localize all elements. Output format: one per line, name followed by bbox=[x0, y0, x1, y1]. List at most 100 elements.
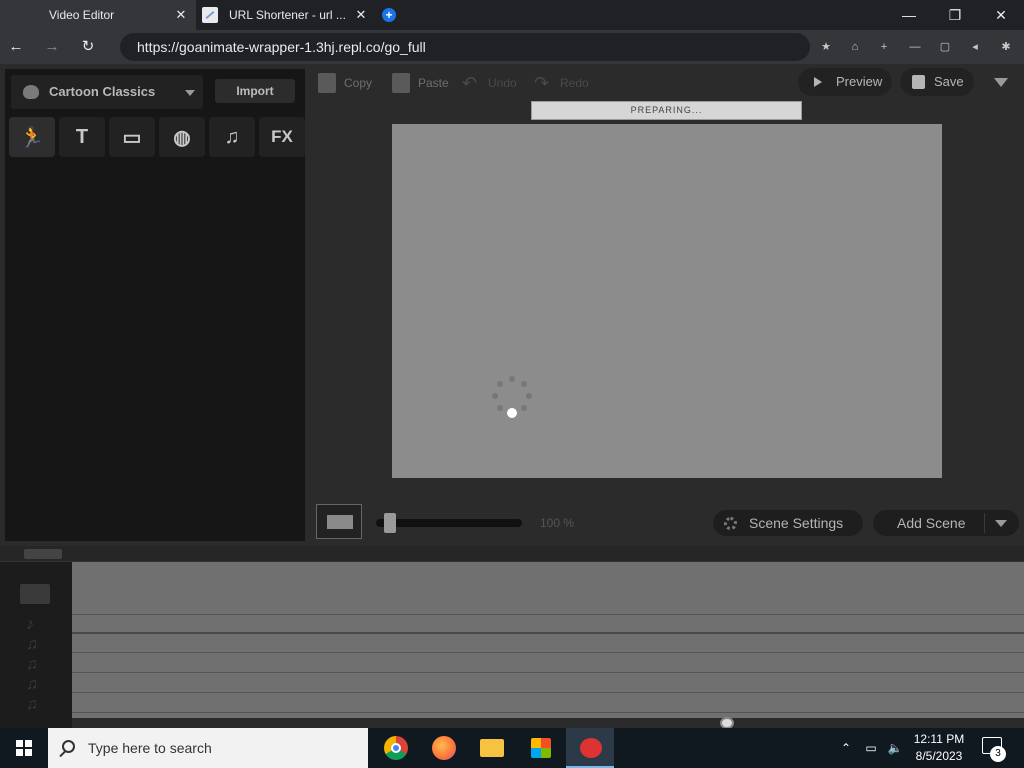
chevron-down-icon[interactable] bbox=[995, 520, 1007, 527]
tab-video-editor[interactable]: Video Editor ✕ bbox=[0, 0, 196, 30]
track-divider bbox=[72, 652, 1024, 653]
theme-label: Cartoon Classics bbox=[49, 84, 156, 99]
gear-icon bbox=[724, 517, 737, 530]
address-bar[interactable]: https://goanimate-wrapper-1.3hj.repl.co/… bbox=[120, 33, 810, 61]
timeline: ♪ ♫ ♫ ♫ ♫ bbox=[0, 546, 1024, 729]
notification-count-badge: 3 bbox=[990, 746, 1006, 762]
volume-icon[interactable]: 🔈 bbox=[886, 728, 904, 768]
asset-panel: Cartoon Classics Import 🏃 T ▭ ◍ ♫ FX bbox=[4, 68, 306, 542]
video-track-icon bbox=[20, 584, 50, 604]
theme-icon bbox=[23, 85, 39, 99]
music-track-icon: ♫ bbox=[26, 676, 38, 693]
copy-button[interactable]: Copy bbox=[318, 72, 372, 94]
undo-label: Undo bbox=[488, 76, 517, 90]
play-icon bbox=[814, 77, 822, 87]
taskbar-clock[interactable]: 12:11 PM 8/5/2023 bbox=[906, 731, 972, 765]
save-icon bbox=[912, 75, 925, 89]
minimize-button[interactable]: — bbox=[886, 0, 932, 30]
import-button[interactable]: Import bbox=[215, 79, 295, 103]
paste-button[interactable]: Paste bbox=[392, 72, 449, 94]
start-button[interactable] bbox=[0, 728, 48, 768]
music-track-icon: ♫ bbox=[26, 636, 38, 653]
save-label: Save bbox=[934, 74, 964, 89]
scene-canvas[interactable] bbox=[392, 124, 942, 478]
more-options-icon[interactable] bbox=[994, 78, 1008, 87]
close-tab-icon[interactable]: ✕ bbox=[174, 8, 188, 22]
undo-button[interactable]: ↶ Undo bbox=[462, 72, 517, 94]
search-placeholder: Type here to search bbox=[88, 740, 212, 756]
scene-thumbnail-button[interactable] bbox=[316, 504, 362, 539]
text-tab-icon[interactable]: T bbox=[59, 117, 105, 157]
file-explorer-taskbar-icon[interactable] bbox=[468, 728, 516, 768]
timeline-collapse-button[interactable] bbox=[24, 549, 62, 559]
scene-settings-button[interactable]: Scene Settings bbox=[713, 510, 863, 536]
scene-settings-label: Scene Settings bbox=[749, 515, 844, 531]
paste-icon bbox=[392, 73, 410, 93]
close-window-button[interactable]: ✕ bbox=[978, 0, 1024, 30]
timeline-track-icons: ♪ ♫ ♫ ♫ ♫ bbox=[0, 562, 72, 728]
store-taskbar-icon[interactable] bbox=[516, 728, 564, 768]
restore-button[interactable]: ❐ bbox=[932, 0, 978, 30]
music-track-icon: ♫ bbox=[26, 696, 38, 713]
zoom-slider-track[interactable] bbox=[376, 519, 522, 527]
copy-icon bbox=[318, 73, 336, 93]
music-track-icon: ♫ bbox=[26, 656, 38, 673]
network-icon[interactable]: ▭ bbox=[862, 728, 880, 768]
show-hidden-icons-icon[interactable]: ⌃ bbox=[838, 728, 854, 768]
zoom-in-icon[interactable]: + bbox=[876, 39, 892, 55]
voice-track-icon: ♪ bbox=[26, 616, 34, 633]
zoom-slider-handle[interactable] bbox=[384, 513, 396, 533]
loading-progress-bar: PREPARING... bbox=[531, 101, 802, 120]
zoom-level: 100 % bbox=[540, 516, 575, 530]
forward-button[interactable]: → bbox=[41, 36, 63, 58]
timeline-tracks[interactable] bbox=[72, 562, 1024, 718]
bookmark-star-icon[interactable]: ★ bbox=[818, 39, 834, 55]
firefox-taskbar-icon[interactable] bbox=[420, 728, 468, 768]
save-button[interactable]: Save bbox=[900, 68, 974, 96]
props-tab-icon[interactable]: ◍ bbox=[159, 117, 205, 157]
tab-url-shortener[interactable]: URL Shortener - url ... ✕ bbox=[196, 0, 376, 30]
stage-area: Copy Paste ↶ Undo ↷ Redo Preview Save PR… bbox=[310, 64, 1024, 546]
timeline-ruler bbox=[0, 546, 1024, 562]
back-button[interactable]: ← bbox=[5, 36, 27, 58]
effects-tab-icon[interactable]: FX bbox=[259, 117, 305, 157]
add-scene-label: Add Scene bbox=[897, 515, 966, 531]
close-tab-icon[interactable]: ✕ bbox=[354, 8, 368, 22]
asset-category-tabs: 🏃 T ▭ ◍ ♫ FX bbox=[9, 117, 305, 159]
tab-title: URL Shortener - url ... bbox=[229, 8, 346, 22]
track-divider bbox=[72, 614, 1024, 615]
new-tab-button[interactable]: + bbox=[382, 8, 396, 22]
timeline-scrollbar[interactable] bbox=[72, 717, 1024, 729]
redo-label: Redo bbox=[560, 76, 589, 90]
backgrounds-tab-icon[interactable]: ▭ bbox=[109, 117, 155, 157]
paste-label: Paste bbox=[418, 76, 449, 90]
theme-dropdown[interactable]: Cartoon Classics bbox=[11, 75, 203, 109]
windows-taskbar: Type here to search ⌃ ▭ 🔈 12:11 PM 8/5/2… bbox=[0, 728, 1024, 768]
zoom-out-icon[interactable]: — bbox=[907, 39, 923, 55]
preview-button[interactable]: Preview bbox=[798, 68, 892, 96]
clock-date: 8/5/2023 bbox=[915, 749, 963, 763]
chevron-down-icon bbox=[185, 90, 195, 96]
app-taskbar-icon[interactable] bbox=[566, 728, 614, 768]
windows-logo-icon bbox=[16, 740, 32, 756]
track-divider bbox=[72, 672, 1024, 673]
fullscreen-icon[interactable]: ▢ bbox=[937, 39, 953, 55]
settings-icon[interactable]: ✱ bbox=[998, 39, 1014, 55]
home-icon[interactable]: ⌂ bbox=[847, 39, 863, 55]
video-editor-app: Cartoon Classics Import 🏃 T ▭ ◍ ♫ FX Cop… bbox=[0, 64, 1024, 729]
track-divider bbox=[72, 712, 1024, 713]
characters-tab-icon[interactable]: 🏃 bbox=[9, 117, 55, 157]
preview-label: Preview bbox=[836, 74, 883, 89]
reload-button[interactable]: ↻ bbox=[77, 36, 99, 58]
track-divider bbox=[72, 632, 1024, 634]
chrome-taskbar-icon[interactable] bbox=[372, 728, 420, 768]
browser-titlebar: Video Editor ✕ URL Shortener - url ... ✕… bbox=[0, 0, 1024, 30]
taskbar-search[interactable]: Type here to search bbox=[48, 728, 368, 768]
music-tab-icon[interactable]: ♫ bbox=[209, 117, 255, 157]
redo-button[interactable]: ↷ Redo bbox=[534, 72, 589, 94]
mute-icon[interactable]: ◂ bbox=[967, 39, 983, 55]
loading-spinner-icon bbox=[490, 376, 534, 420]
add-scene-button[interactable]: Add Scene bbox=[873, 510, 1019, 536]
tab-title: Video Editor bbox=[49, 8, 115, 22]
redo-icon: ↷ bbox=[534, 73, 550, 93]
